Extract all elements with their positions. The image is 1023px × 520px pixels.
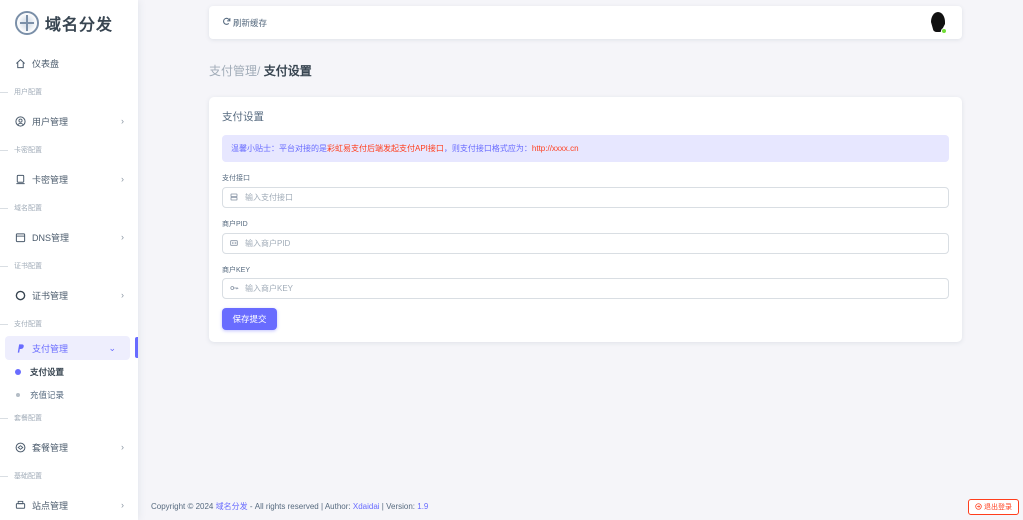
sidebar-item-label: 证书管理 xyxy=(32,290,69,301)
pay-api-input[interactable] xyxy=(245,193,925,202)
breadcrumb: 支付管理/ 支付设置 xyxy=(209,62,312,79)
sidebar-subitem-pay-settings[interactable]: 支付设置 xyxy=(0,360,138,383)
sidebar-subitem-label: 充值记录 xyxy=(30,389,65,400)
brand[interactable]: 域名分发 xyxy=(0,0,138,46)
user-circle-icon xyxy=(14,115,26,127)
breadcrumb-parent[interactable]: 支付管理/ xyxy=(209,64,260,78)
menu-header-basic: 基础配置 xyxy=(0,464,138,488)
merchant-pid-label: 商户PID xyxy=(222,221,248,228)
alert-prefix: 温馨小贴士：平台对接的是 xyxy=(231,144,327,153)
menu-header-users: 用户配置 xyxy=(0,80,138,104)
menu-header-domains: 域名配置 xyxy=(0,196,138,220)
sidebar-item-label: 站点管理 xyxy=(32,500,69,511)
sidebar-item-dns[interactable]: DNS管理 › xyxy=(0,220,138,254)
server-icon xyxy=(223,193,245,203)
bullet-icon xyxy=(15,368,21,375)
breadcrumb-current: 支付设置 xyxy=(263,64,312,78)
alert-highlight: 彩虹易支付后端发起支付API接口 xyxy=(327,144,444,153)
merchant-key-input[interactable] xyxy=(245,284,925,293)
sidebar: 域名分发 仪表盘 用户配置 用户管理 › 卡密配置 卡密管理 › 域名配置 DN… xyxy=(0,0,138,520)
id-card-icon xyxy=(223,239,245,249)
footer-version: 1.9 xyxy=(417,502,429,511)
sidebar-item-label: DNS管理 xyxy=(32,232,70,243)
top-navbar: 刷新缓存 xyxy=(209,6,962,39)
menu-header-packages: 套餐配置 xyxy=(0,406,138,430)
sidebar-subitem-recharge-records[interactable]: 充值记录 xyxy=(0,383,138,406)
menu-header-pay: 支付配置 xyxy=(0,312,138,336)
sidebar-item-cards[interactable]: 卡密管理 › xyxy=(0,162,138,196)
card-title: 支付设置 xyxy=(222,111,264,123)
footer-site-link[interactable]: 域名分发 xyxy=(216,502,248,511)
chevron-right-icon: › xyxy=(121,232,124,242)
key-icon xyxy=(223,284,245,294)
sidebar-item-certs[interactable]: 证书管理 › xyxy=(0,278,138,312)
logout-button[interactable]: 退出登录 xyxy=(968,499,1019,515)
footer-copyright: Copyright © 2024 xyxy=(151,502,214,511)
chevron-right-icon: › xyxy=(121,116,124,126)
alert-url: http://xxxx.cn xyxy=(531,144,579,153)
online-status-icon xyxy=(941,28,947,34)
device-icon xyxy=(14,173,26,185)
sidebar-item-label: 仪表盘 xyxy=(32,58,60,69)
chevron-right-icon: › xyxy=(121,500,124,510)
pay-settings-card: 支付设置 温馨小贴士：平台对接的是 彩虹易支付后端发起支付API接口 ，则支付接口格… xyxy=(209,97,962,342)
refresh-label: 刷新缓存 xyxy=(233,17,268,28)
calendar-icon xyxy=(14,231,26,243)
footer-rights: - All rights reserved | Author: xyxy=(249,502,351,511)
sidebar-item-packages[interactable]: 套餐管理 › xyxy=(0,430,138,464)
footer: Copyright © 2024 域名分发 - All rights reser… xyxy=(151,501,428,512)
pay-api-label: 支付接口 xyxy=(222,175,250,182)
merchant-pid-input-group xyxy=(222,233,949,254)
refresh-cache-button[interactable]: 刷新缓存 xyxy=(222,17,267,29)
sidebar-item-label: 套餐管理 xyxy=(32,442,69,453)
logout-icon xyxy=(975,502,982,512)
menu-header-certs: 证书配置 xyxy=(0,254,138,278)
chevron-down-icon: ⌄ xyxy=(108,342,116,353)
logout-label: 退出登录 xyxy=(984,504,1012,511)
merchant-pid-input[interactable] xyxy=(245,239,925,248)
cube-icon xyxy=(14,441,26,453)
save-submit-button[interactable]: 保存提交 xyxy=(222,308,277,330)
brand-name: 域名分发 xyxy=(45,17,114,34)
sidebar-item-label: 用户管理 xyxy=(32,116,69,127)
pay-api-input-group xyxy=(222,187,949,208)
merchant-key-label: 商户KEY xyxy=(222,267,251,274)
tip-alert: 温馨小贴士：平台对接的是 彩虹易支付后端发起支付API接口 ，则支付接口格式应为： h… xyxy=(222,135,949,162)
sidebar-subitem-label: 支付设置 xyxy=(30,366,65,377)
printer-icon xyxy=(14,499,26,511)
bullet-icon xyxy=(16,392,20,397)
sidebar-item-dashboard[interactable]: 仪表盘 xyxy=(0,46,138,80)
globe-logo-icon xyxy=(15,11,39,35)
refresh-icon xyxy=(222,17,231,28)
merchant-key-input-group xyxy=(222,278,949,299)
footer-author-link[interactable]: Xdaidai xyxy=(353,502,380,511)
circle-icon xyxy=(14,289,26,301)
footer-version-label: | Version: xyxy=(381,502,416,511)
sidebar-item-pay[interactable]: 支付管理 ⌄ xyxy=(5,336,130,360)
home-icon xyxy=(14,57,26,69)
sidebar-item-label: 支付管理 xyxy=(32,343,69,354)
menu-header-cards: 卡密配置 xyxy=(0,138,138,162)
chevron-right-icon: › xyxy=(121,174,124,184)
chevron-right-icon: › xyxy=(121,442,124,452)
paypal-icon xyxy=(14,342,26,354)
sidebar-item-site[interactable]: 站点管理 › xyxy=(0,488,138,520)
alert-middle: ，则支付接口格式应为： xyxy=(443,144,532,153)
avatar[interactable] xyxy=(928,12,948,34)
chevron-right-icon: › xyxy=(121,290,124,300)
active-indicator xyxy=(135,337,138,358)
sidebar-item-users[interactable]: 用户管理 › xyxy=(0,104,138,138)
sidebar-item-label: 卡密管理 xyxy=(32,174,69,185)
